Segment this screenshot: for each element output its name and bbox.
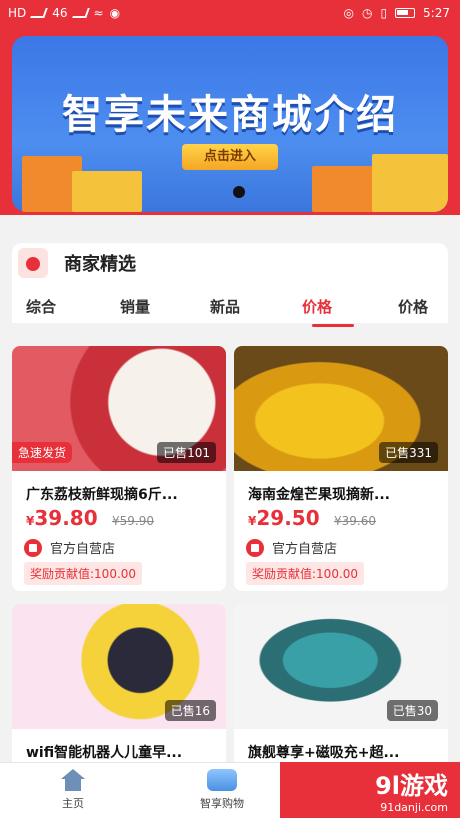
nav-home-label: 主页 [62, 797, 84, 810]
shop-label: 官方自营店 [24, 538, 115, 557]
fast-ship-badge: 急速发货 [12, 442, 73, 463]
original-price: ¥59.90 [112, 514, 154, 528]
carousel-dot-active[interactable] [233, 186, 245, 198]
section-title: 商家精选 [64, 254, 136, 275]
sold-count: 已售30 [386, 700, 438, 721]
vibrate-icon: ▯ [380, 6, 388, 20]
signal-icon-2 [71, 8, 90, 18]
product-card[interactable]: 已售16 wifi智能机器人儿童早... [12, 604, 226, 774]
filter-tabs: 综合 销量 新品 价格 价格 [12, 296, 448, 327]
nav-shopping-label: 智享购物 [200, 797, 244, 810]
status-bar: HD 46 ≈ ◉ ◎ ◷ ▯ 5:27 [0, 0, 460, 30]
sold-count: 已售331 [379, 442, 438, 463]
product-name: wifi智能机器人儿童早... [26, 745, 183, 761]
home-icon [58, 769, 88, 791]
product-name: 旗舰尊享+磁吸充+超... [248, 745, 400, 761]
watermark-logo: 9l游戏 [375, 772, 448, 800]
active-tab-indicator [312, 324, 354, 327]
tab-price-active[interactable]: 价格 [302, 296, 332, 317]
watermark-url: 91danji.com [380, 801, 448, 814]
promo-banner[interactable]: 智享未来商城介绍 点击进入 [12, 36, 448, 212]
tab-comprehensive[interactable]: 综合 [26, 296, 56, 317]
alarm-icon: ◷ [361, 6, 373, 20]
section-header: 商家精选 [18, 246, 136, 280]
signal-icon [30, 8, 49, 18]
reward-badge: 奖励贡献值:100.00 [246, 562, 365, 585]
site-watermark: 9l游戏 91danji.com [280, 762, 460, 818]
book-decoration-right-2 [372, 154, 448, 212]
wifi-icon: ≈ [93, 6, 104, 20]
tab-new[interactable]: 新品 [210, 296, 240, 317]
shop-icon [246, 538, 264, 557]
product-card[interactable]: 已售30 旗舰尊享+磁吸充+超... [234, 604, 448, 774]
status-left: HD 46 ≈ ◉ [8, 6, 120, 20]
reward-badge: 奖励贡献值:100.00 [24, 562, 143, 585]
book-decoration-left-2 [72, 171, 142, 212]
nav-home[interactable]: 主页 [58, 769, 88, 811]
nav-shopping[interactable]: 智享购物 [200, 769, 244, 811]
product-name: 海南金煌芒果现摘新... [248, 487, 390, 503]
banner-title: 智享未来商城介绍 [62, 92, 398, 138]
product-name: 广东荔枝新鲜现摘6斤... [26, 487, 178, 503]
network-label-2: 46 [52, 6, 68, 20]
tab-sales[interactable]: 销量 [120, 296, 150, 317]
wechat-icon: ◉ [109, 6, 121, 20]
eye-icon: ◎ [343, 6, 354, 20]
product-card[interactable]: 急速发货 已售101 广东荔枝新鲜现摘6斤... ¥39.80 ¥59.90 官… [12, 346, 226, 591]
status-right: ◎ ◷ ▯ 5:27 [343, 6, 450, 20]
shop-label: 官方自营店 [246, 538, 337, 557]
shop-icon [24, 538, 42, 557]
shopping-icon [207, 769, 237, 791]
enter-button[interactable]: 点击进入 [182, 144, 278, 170]
medal-icon [18, 248, 48, 278]
product-price: ¥29.50 [248, 506, 320, 530]
battery-icon [395, 8, 416, 18]
sold-count: 已售16 [164, 700, 216, 721]
product-price: ¥39.80 [26, 506, 98, 530]
tab-price[interactable]: 价格 [398, 296, 428, 317]
product-card[interactable]: 已售331 海南金煌芒果现摘新... ¥29.50 ¥39.60 官方自营店 奖… [234, 346, 448, 591]
status-time: 5:27 [423, 6, 450, 20]
network-label-1: HD [8, 6, 27, 20]
original-price: ¥39.60 [334, 514, 376, 528]
sold-count: 已售101 [157, 442, 216, 463]
